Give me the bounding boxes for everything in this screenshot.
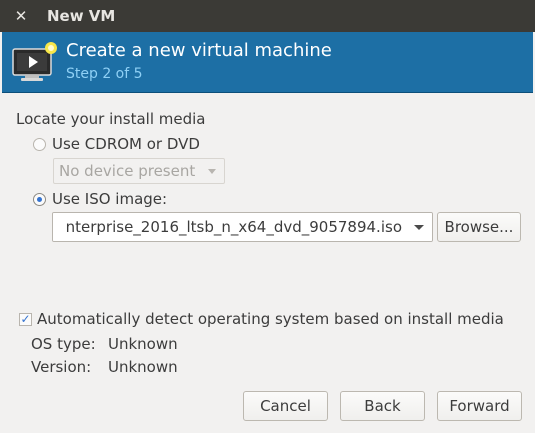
- wizard-header: Create a new virtual machine Step 2 of 5: [2, 32, 533, 93]
- auto-detect-checkbox[interactable]: ✓: [19, 312, 32, 326]
- browse-button[interactable]: Browse...: [437, 212, 521, 242]
- auto-detect-label: Automatically detect operating system ba…: [37, 310, 504, 328]
- cancel-button[interactable]: Cancel: [243, 391, 328, 421]
- cdrom-radio-option[interactable]: Use CDROM or DVD: [33, 134, 200, 154]
- iso-radio[interactable]: [33, 192, 46, 206]
- install-media-heading: Locate your install media: [16, 110, 206, 128]
- wizard-step: Step 2 of 5: [66, 66, 143, 82]
- monitor-play-icon: [12, 42, 57, 81]
- version-value: Unknown: [108, 358, 178, 376]
- iso-path-combo[interactable]: nterprise_2016_ltsb_n_x64_dvd_9057894.is…: [52, 212, 433, 242]
- iso-history-dropdown-button[interactable]: [406, 213, 432, 241]
- new-vm-window: ✕ New VM Create a new virtual machine St…: [0, 0, 535, 433]
- chevron-down-icon: [208, 169, 216, 174]
- iso-path-input[interactable]: nterprise_2016_ltsb_n_x64_dvd_9057894.is…: [66, 218, 402, 236]
- iso-radio-label: Use ISO image:: [52, 190, 168, 208]
- iso-radio-option[interactable]: Use ISO image:: [33, 189, 167, 209]
- cdrom-device-value: No device present: [59, 162, 196, 180]
- forward-button[interactable]: Forward: [437, 391, 522, 421]
- cdrom-device-select: No device present: [53, 158, 225, 184]
- os-type-label: OS type:: [31, 335, 96, 353]
- cdrom-radio[interactable]: [33, 137, 46, 151]
- version-label: Version:: [31, 358, 92, 376]
- auto-detect-option[interactable]: ✓ Automatically detect operating system …: [19, 309, 504, 329]
- cdrom-radio-label: Use CDROM or DVD: [52, 135, 200, 153]
- os-type-value: Unknown: [108, 335, 178, 353]
- title-bar: ✕ New VM: [0, 0, 535, 32]
- close-icon[interactable]: ✕: [12, 7, 30, 25]
- back-button[interactable]: Back: [340, 391, 425, 421]
- chevron-down-icon: [414, 225, 424, 230]
- wizard-title: Create a new virtual machine: [66, 40, 332, 61]
- window-title: New VM: [47, 7, 116, 25]
